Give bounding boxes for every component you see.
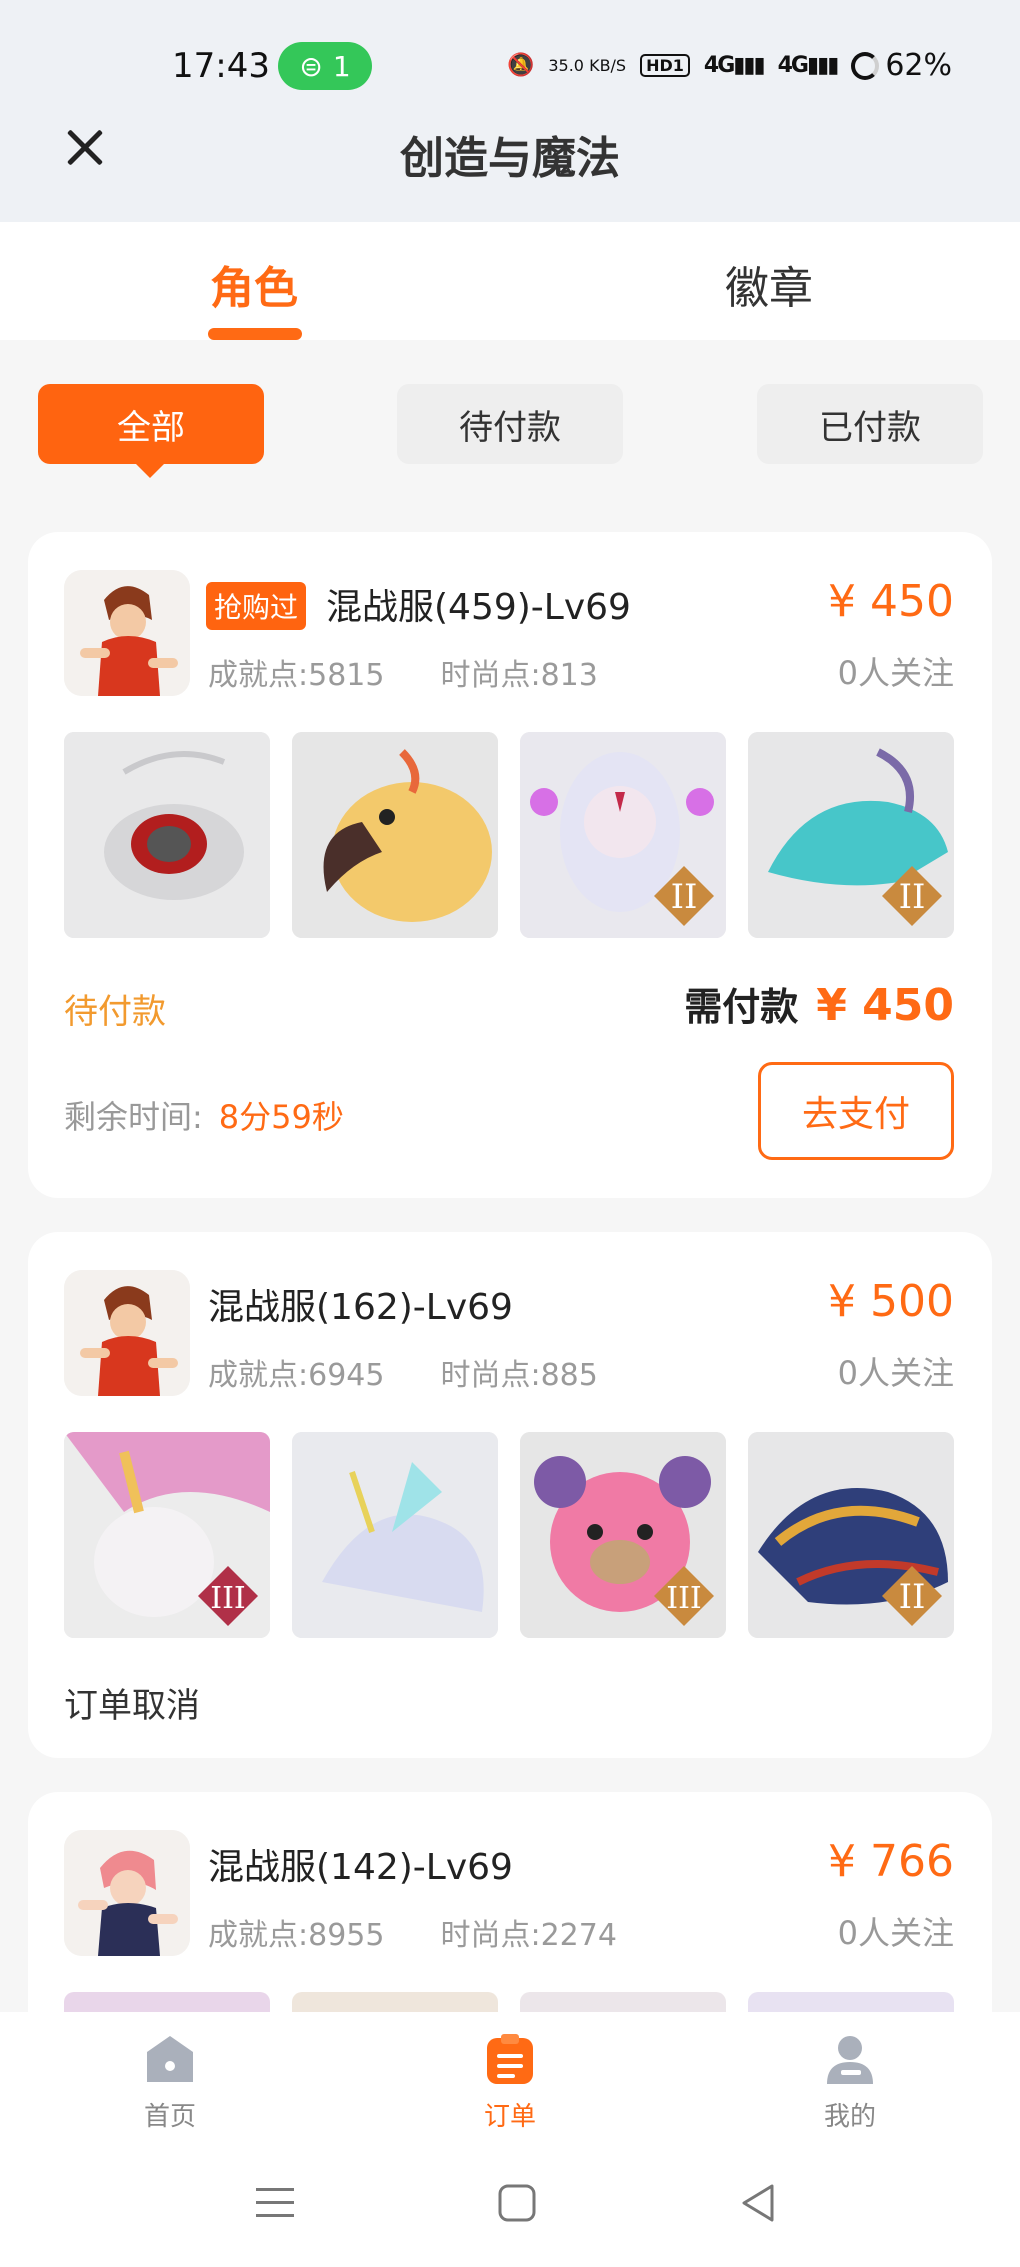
hotspot-count: 1 (332, 49, 351, 83)
pet-thumbnails: II II (64, 732, 956, 938)
order-status: 订单取消 (64, 1686, 200, 1726)
points-row: 成就点:5815 时尚点:813 (208, 650, 598, 694)
pet-thumbnail[interactable]: II (748, 1432, 954, 1638)
followers-count: 0人关注 (837, 654, 954, 692)
menu-icon[interactable] (252, 2180, 298, 2226)
server-level: 混战服(162)-Lv69 (208, 1287, 513, 1328)
tab-badge[interactable]: 徽章 (725, 252, 813, 316)
signal-icon: 4G▮▮▮ (703, 53, 766, 78)
server-level: 混战服(459)-Lv69 (326, 587, 631, 628)
status-time: 17:43 (172, 46, 270, 86)
home-icon (143, 2032, 197, 2086)
fashion-points: 时尚点:2274 (440, 1918, 617, 1953)
fashion-points: 时尚点:885 (440, 1358, 598, 1393)
nav-profile[interactable]: 我的 (790, 2032, 910, 2133)
need-pay-label: 需付款 (684, 985, 799, 1029)
filter-bar: 全部 待付款 已付款 (0, 340, 1020, 500)
back-icon[interactable] (736, 2180, 782, 2226)
nav-profile-label: 我的 (823, 2102, 876, 2132)
title-bar: 创造与魔法 (0, 100, 1020, 222)
pet-thumbnail[interactable]: III (64, 1432, 270, 1638)
pet-thumbnail[interactable] (292, 1432, 498, 1638)
pet-thumbnails: III III II (64, 1432, 956, 1638)
svg-text:II: II (899, 1577, 926, 1617)
achievement-points: 成就点:5815 (208, 658, 385, 693)
filter-paid-button[interactable]: 已付款 (757, 384, 983, 464)
achievement-points: 成就点:8955 (208, 1918, 385, 1953)
fashion-points: 时尚点:813 (440, 658, 598, 693)
order-icon (483, 2032, 537, 2086)
page-title: 创造与魔法 (400, 133, 620, 184)
net-speed: 35.0 KB/S (548, 55, 627, 75)
home-square-icon[interactable] (494, 2180, 540, 2226)
achievement-points: 成就点:6945 (208, 1358, 385, 1393)
character-avatar (64, 570, 190, 696)
rank-badge-icon: II (882, 1566, 942, 1626)
svg-text:II: II (671, 877, 698, 917)
server-level: 混战服(142)-Lv69 (208, 1847, 513, 1888)
system-nav-bar (0, 2152, 1020, 2267)
active-tab-indicator (208, 328, 302, 340)
tab-role[interactable]: 角色 (210, 252, 298, 316)
order-card[interactable]: 混战服(162)-Lv69 成就点:6945 时尚点:885 ¥ 500 0人关注… (28, 1232, 992, 1758)
character-avatar (64, 1830, 190, 1956)
svg-text:III: III (666, 1581, 702, 1616)
wifi-hotspot-icon: ⊜ (299, 49, 323, 83)
remaining-time: 剩余时间: 8分59秒 (64, 1092, 344, 1138)
profile-icon (823, 2032, 877, 2086)
rank-badge-icon: II (882, 866, 942, 926)
followers-count: 0人关注 (837, 1354, 954, 1392)
rank-badge-icon: III (198, 1566, 258, 1626)
nav-home[interactable]: 首页 (110, 2032, 230, 2133)
points-row: 成就点:6945 时尚点:885 (208, 1350, 598, 1394)
filter-pending-button[interactable]: 待付款 (397, 384, 623, 464)
filter-all-button[interactable]: 全部 (38, 384, 264, 478)
purchased-tag: 抢购过 (206, 582, 307, 630)
nav-home-label: 首页 (143, 2102, 196, 2132)
nav-order[interactable]: 订单 (450, 2032, 570, 2133)
nav-order-label: 订单 (483, 2102, 536, 2132)
mute-icon: 🔕 (506, 53, 535, 78)
svg-text:II: II (899, 877, 926, 917)
pay-button[interactable]: 去支付 (758, 1062, 954, 1160)
price: ¥ 500 (828, 1276, 954, 1327)
pet-thumbnail[interactable]: III (520, 1432, 726, 1638)
battery-level: 62% (885, 48, 952, 83)
pet-thumbnail[interactable]: II (748, 732, 954, 938)
points-row: 成就点:8955 时尚点:2274 (208, 1910, 617, 1954)
rank-badge-icon: III (654, 1566, 714, 1626)
svg-text:III: III (210, 1581, 246, 1616)
price: ¥ 450 (828, 576, 954, 627)
price: ¥ 766 (828, 1836, 954, 1887)
hd-badge: HD1 (640, 54, 690, 77)
order-status: 待付款 (64, 992, 166, 1032)
order-card[interactable]: 抢购过 混战服(459)-Lv69 成就点:5815 时尚点:813 ¥ 450 … (28, 532, 992, 1198)
rank-badge-icon: II (654, 866, 714, 926)
pet-thumbnail[interactable]: II (520, 732, 726, 938)
signal-icon: 4G▮▮▮ (777, 53, 840, 78)
main-tabs: 角色 徽章 (0, 222, 1020, 340)
followers-count: 0人关注 (837, 1914, 954, 1952)
remaining-label: 剩余时间: (64, 1098, 203, 1136)
remaining-countdown: 8分59秒 (218, 1098, 344, 1136)
status-indicators: 🔕 35.0 KB/S HD1 4G▮▮▮ 4G▮▮▮ 62% (507, 48, 952, 83)
need-pay-amount: ¥ 450 (816, 980, 954, 1031)
battery-icon (851, 51, 880, 80)
pet-thumbnail[interactable] (292, 732, 498, 938)
bottom-nav: 首页 订单 我的 (0, 2012, 1020, 2152)
pet-thumbnail[interactable] (64, 732, 270, 938)
character-avatar (64, 1270, 190, 1396)
need-pay: 需付款 ¥ 450 (684, 976, 954, 1031)
hotspot-pill: ⊜ 1 (278, 42, 372, 90)
